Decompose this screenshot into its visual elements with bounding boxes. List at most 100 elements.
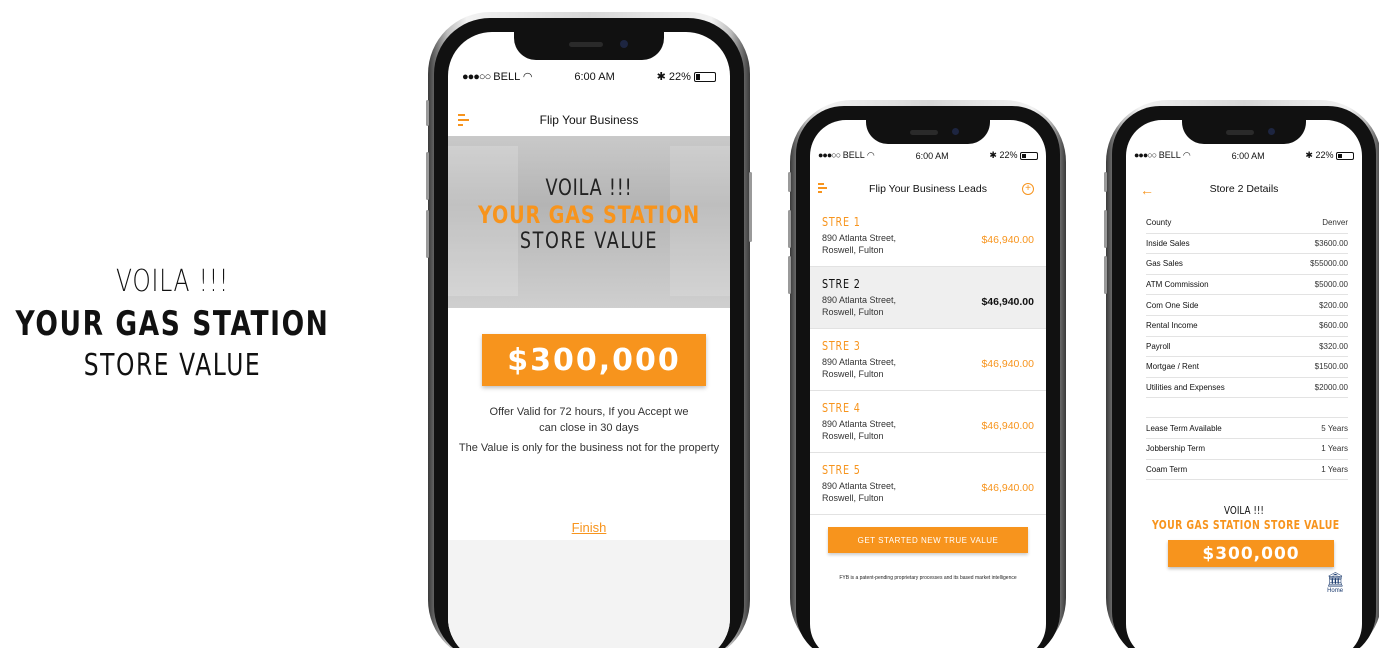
volume-up-button <box>426 152 429 200</box>
banner-image: VOILA !!! YOUR GAS STATION STORE VALUE <box>448 136 730 308</box>
phone-leads-list: ●●●○○ BELL ◠ 6:00 AM ✱ 22% Flip Your Bus… <box>788 100 1066 648</box>
detail-value: $2000.00 <box>1314 383 1348 393</box>
store-details-table: County Denver Inside Sales $3600.00 Gas Sa… <box>1146 213 1348 481</box>
bluetooth-icon: ✱ <box>656 71 666 83</box>
battery-icon <box>1019 151 1038 160</box>
home-label: Home <box>1327 588 1344 594</box>
volume-up-button <box>788 210 791 248</box>
store-value-display: $300,000 <box>482 334 706 386</box>
detail-row: Gas Sales $55000.00 <box>1146 254 1348 275</box>
phone-notch <box>866 120 990 144</box>
menu-icon[interactable] <box>458 114 469 129</box>
detail-label: County <box>1146 218 1172 228</box>
term-row: Coam Term 1 Years <box>1146 460 1348 481</box>
nav-title: Flip Your Business <box>539 113 639 127</box>
lead-name: STRE 3 <box>822 339 861 353</box>
section-divider <box>1146 398 1348 419</box>
status-bar: ●●●○○ BELL ◠ 6:00 AM ✱ 22% <box>810 150 1046 161</box>
volume-down-button <box>788 256 791 294</box>
banner-gas-station: YOUR GAS STATION <box>478 201 700 229</box>
nav-title: Flip Your Business Leads <box>869 183 987 195</box>
lead-row-5[interactable]: STRE 5 890 Atlanta Street, Roswell, Fulto… <box>810 453 1046 515</box>
detail-row: Com One Side $200.00 <box>1146 295 1348 316</box>
battery-percent: 22% <box>668 71 691 83</box>
phone-notch <box>514 32 664 60</box>
volume-down-button <box>1104 256 1107 294</box>
lead-row-2[interactable]: STRE 2 890 Atlanta Street, Roswell, Fulto… <box>810 267 1046 329</box>
front-camera <box>952 128 959 135</box>
speaker-grille <box>569 42 603 47</box>
get-started-button[interactable]: GET STARTED NEW TRUE VALUE <box>828 527 1028 553</box>
detail-value: $600.00 <box>1319 321 1348 331</box>
status-bar: ●●●○○ BELL ◠ 6:00 AM ✱ 22% <box>448 70 730 83</box>
detail-row: ATM Commission $5000.00 <box>1146 275 1348 296</box>
wifi-icon: ◠ <box>1182 150 1191 160</box>
status-time: 6:00 AM <box>1231 150 1265 161</box>
home-button[interactable]: 🏛 Home <box>1326 572 1344 594</box>
detail-row: County Denver <box>1146 213 1348 234</box>
detail-label: Rental Income <box>1146 321 1198 331</box>
phone-bezel: ●●●○○ BELL ◠ 6:00 AM ✱ 22% Flip Your Bus… <box>796 106 1060 648</box>
battery-icon <box>694 72 716 83</box>
value-note: The Value is only for the business not f… <box>458 442 720 454</box>
lead-row-3[interactable]: STRE 3 890 Atlanta Street, Roswell, Fulto… <box>810 329 1046 391</box>
banner-voila: VOILA !!! <box>545 176 633 201</box>
lead-price: $46,940.00 <box>981 358 1034 370</box>
lead-price: $46,940.00 <box>981 420 1034 432</box>
phone-screen: ●●●○○ BELL ◠ 6:00 AM ✱ 22% Flip Your Bus… <box>810 120 1046 648</box>
signal-dots-icon: ●●●○○ <box>462 71 491 83</box>
phone-notch <box>1182 120 1306 144</box>
detail-label: Gas Sales <box>1146 259 1183 269</box>
lead-name: STRE 4 <box>822 401 861 415</box>
menu-icon[interactable] <box>818 183 827 196</box>
add-lead-icon[interactable]: + <box>1022 183 1034 195</box>
detail-label: Utilities and Expenses <box>1146 383 1225 393</box>
detail-value: $3600.00 <box>1314 238 1348 248</box>
nav-bar: Flip Your Business <box>448 110 730 130</box>
status-time: 6:00 AM <box>574 70 615 83</box>
term-value: 5 Years <box>1321 423 1348 433</box>
battery-icon <box>1335 151 1354 160</box>
detail-row: Utilities and Expenses $2000.00 <box>1146 378 1348 399</box>
volume-down-button <box>426 210 429 258</box>
lead-row-1[interactable]: STRE 1 890 Atlanta Street, Roswell, Fulto… <box>810 205 1046 267</box>
battery-percent: 22% <box>999 150 1018 160</box>
phone-bezel: ●●●○○ BELL ◠ 6:00 AM ✱ 22% ← Store 2 Det… <box>1112 106 1376 648</box>
hero-line-store-value: STORE VALUE <box>83 348 262 383</box>
term-value: 1 Years <box>1321 444 1348 454</box>
carrier-signal: ●●●○○ BELL ◠ <box>1134 150 1191 161</box>
disclaimer-text: FYB is a patent-pending proprietary proc… <box>839 575 1017 581</box>
finish-link[interactable]: Finish <box>448 520 730 535</box>
detail-value: $1500.00 <box>1314 362 1348 372</box>
carrier-label: BELL <box>493 71 520 83</box>
store-value-display: $300,000 <box>1168 540 1334 567</box>
mute-switch <box>788 172 791 192</box>
offer-text: Offer Valid for 72 hours, If you Accept … <box>489 406 689 434</box>
term-value: 1 Years <box>1321 464 1348 474</box>
wifi-icon: ◠ <box>522 71 533 83</box>
volume-up-button <box>1104 210 1107 248</box>
signal-dots-icon: ●●●○○ <box>818 150 841 160</box>
speaker-grille <box>910 130 938 135</box>
status-bar: ●●●○○ BELL ◠ 6:00 AM ✱ 22% <box>1126 150 1362 161</box>
banner-text: VOILA !!! YOUR GAS STATION STORE VALUE <box>448 176 730 254</box>
voila-heading: VOILA !!! <box>1224 504 1264 517</box>
store-value-headline: YOUR GAS STATION STORE VALUE <box>1151 518 1340 532</box>
detail-value: $55000.00 <box>1310 259 1348 269</box>
carrier-label: BELL <box>1158 150 1181 160</box>
signal-dots-icon: ●●●○○ <box>1134 150 1157 160</box>
detail-row: Mortgae / Rent $1500.00 <box>1146 357 1348 378</box>
detail-value: $200.00 <box>1319 300 1348 310</box>
phone-screen: ●●●○○ BELL ◠ 6:00 AM ✱ 22% Flip Your Bus… <box>448 32 730 648</box>
nav-bar: Flip Your Business Leads <box>810 180 1046 198</box>
battery-group: ✱ 22% <box>657 70 716 83</box>
detail-value: $5000.00 <box>1314 280 1348 290</box>
lead-name: STRE 1 <box>822 215 861 229</box>
lead-name: STRE 2 <box>822 277 861 291</box>
detail-label: Payroll <box>1146 341 1171 351</box>
detail-label: ATM Commission <box>1146 280 1209 290</box>
battery-group: ✱ 22% <box>989 150 1038 161</box>
detail-row: Inside Sales $3600.00 <box>1146 234 1348 255</box>
lead-row-4[interactable]: STRE 4 890 Atlanta Street, Roswell, Fulto… <box>810 391 1046 453</box>
hero-line-gas-station: YOUR GAS STATION <box>15 304 330 344</box>
